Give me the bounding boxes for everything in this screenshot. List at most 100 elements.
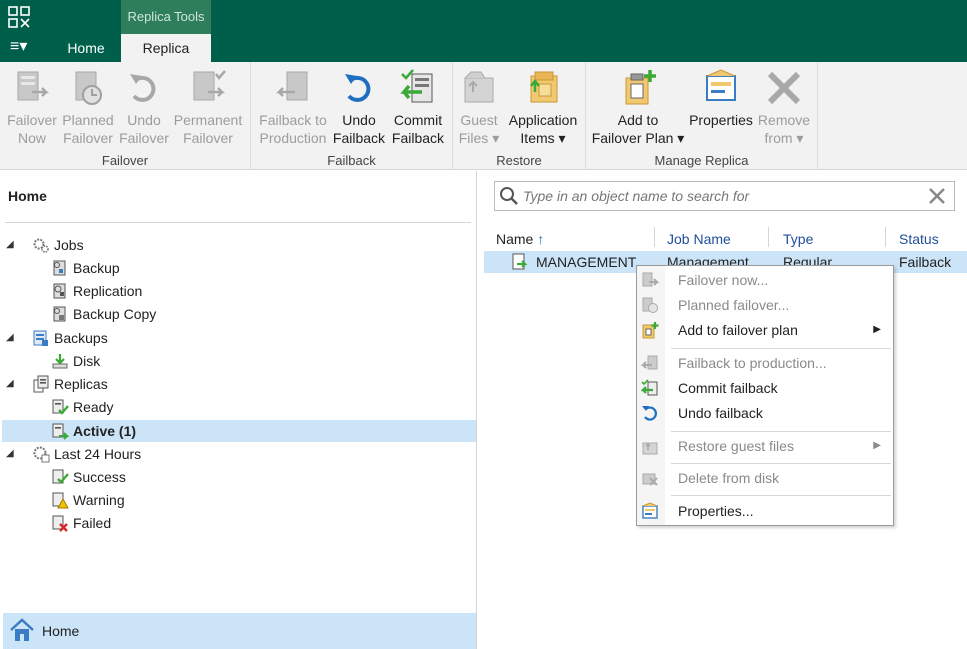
cell-status: Failback	[899, 254, 952, 270]
search-input[interactable]	[523, 185, 923, 207]
ribbon-group-label: Failover	[101, 153, 149, 168]
ribbon-group-label: Manage Replica	[654, 153, 749, 168]
failover-now-icon	[17, 71, 50, 101]
search-box	[494, 181, 955, 211]
sort-ascending-icon: ↑	[537, 231, 545, 247]
column-header-name[interactable]: Name ↑	[496, 229, 544, 249]
column-header-type[interactable]: Type	[783, 229, 813, 249]
planned-failover-icon	[75, 71, 102, 105]
menu-item-failover-now[interactable]: Failover now...	[637, 268, 893, 292]
remove-from-button[interactable]: Remove from ▾	[756, 68, 812, 147]
backup-copy-icon	[53, 306, 66, 322]
properties-icon	[706, 69, 736, 101]
home-icon	[10, 618, 34, 641]
properties-icon	[642, 502, 658, 519]
nav-home-button[interactable]: Home	[3, 613, 476, 649]
ribbon-group-label: Restore	[496, 153, 542, 168]
ribbon: Failover Now Planned Failover Undo Failo…	[0, 62, 967, 170]
context-group-replica-tools: Replica Tools	[121, 0, 211, 34]
commit-failback-icon	[641, 379, 658, 396]
warning-icon	[52, 492, 69, 509]
add-to-failover-plan-button[interactable]: Add to Failover Plan ▾	[590, 68, 686, 147]
ribbon-group-failback: Failback to Production Undo Failback Com…	[251, 62, 453, 170]
navigation-pane: Home ◢ Jobs Backup Replication Backup Co…	[0, 171, 477, 649]
add-to-plan-icon	[642, 322, 659, 339]
submenu-arrow-icon: ▶	[873, 440, 881, 451]
undo-icon	[642, 406, 657, 421]
main-menu-button[interactable]: ≡▾	[10, 36, 36, 58]
ribbon-group-label: Failback	[327, 153, 376, 168]
disk-download-icon	[52, 354, 68, 369]
menu-separator	[671, 463, 891, 464]
undo-icon	[130, 74, 156, 102]
active-replica-icon	[52, 423, 69, 440]
backup-job-icon	[53, 260, 66, 276]
menu-item-add-to-failover-plan[interactable]: Add to failover plan ▶	[637, 318, 893, 342]
menu-item-properties[interactable]: Properties...	[637, 499, 893, 523]
menu-separator	[671, 348, 891, 349]
ribbon-group-manage-replica: Add to Failover Plan ▾ Properties Remove…	[586, 62, 818, 170]
tab-replica[interactable]: Replica	[121, 34, 211, 62]
search-icon	[500, 187, 518, 205]
title-bar: Replica Tools ≡▾ Home Replica	[0, 0, 967, 62]
guest-files-icon	[642, 442, 658, 455]
undo-failover-button[interactable]: Undo Failover	[116, 68, 172, 147]
backups-icon	[33, 330, 48, 346]
replica-vm-icon	[512, 253, 528, 270]
failover-now-icon	[642, 272, 659, 287]
menu-separator	[671, 431, 891, 432]
undo-icon	[345, 74, 371, 102]
guest-files-icon	[464, 71, 494, 103]
application-items-icon	[530, 71, 558, 103]
success-icon	[52, 469, 69, 484]
divider	[5, 222, 471, 223]
pane-title: Home	[8, 188, 47, 204]
ribbon-group-restore: Guest Files ▾ Application Items ▾ Restor…	[453, 62, 586, 170]
replication-job-icon	[53, 283, 66, 299]
planned-failover-button[interactable]: Planned Failover	[60, 68, 116, 147]
column-divider[interactable]	[768, 227, 769, 247]
planned-failover-icon	[642, 297, 658, 313]
context-menu: Failover now... Planned failover... Add …	[636, 265, 894, 526]
menu-item-commit-failback[interactable]: Commit failback	[637, 376, 893, 400]
undo-failback-button[interactable]: Undo Failback	[331, 68, 387, 147]
properties-button[interactable]: Properties	[686, 68, 756, 129]
column-header-status[interactable]: Status	[899, 229, 939, 249]
permanent-failover-button[interactable]: Permanent Failover	[172, 68, 244, 147]
column-divider[interactable]	[885, 227, 886, 247]
menu-item-failback-to-production[interactable]: Failback to production...	[637, 351, 893, 375]
menu-item-undo-failback[interactable]: Undo failback	[637, 401, 893, 425]
menu-separator	[671, 495, 891, 496]
failback-icon	[275, 71, 308, 101]
menu-item-delete-from-disk[interactable]: Delete from disk	[637, 466, 893, 490]
ribbon-group-failover: Failover Now Planned Failover Undo Failo…	[0, 62, 251, 170]
failback-icon	[641, 355, 658, 370]
application-items-button[interactable]: Application Items ▾	[503, 68, 583, 147]
add-to-plan-icon	[625, 70, 656, 105]
failback-to-production-button[interactable]: Failback to Production	[257, 68, 329, 147]
ready-replica-icon	[52, 399, 69, 415]
column-divider[interactable]	[654, 227, 655, 247]
delete-from-disk-icon	[642, 473, 658, 486]
commit-failback-icon	[400, 69, 433, 103]
replicas-icon	[33, 375, 49, 393]
permanent-failover-icon	[193, 70, 226, 101]
guest-files-button[interactable]: Guest Files ▾	[457, 68, 501, 147]
clear-search-icon[interactable]	[926, 185, 948, 207]
failed-icon	[52, 515, 68, 532]
remove-icon	[767, 71, 801, 105]
menu-item-restore-guest-files[interactable]: Restore guest files ▶	[637, 434, 893, 458]
commit-failback-button[interactable]: Commit Failback	[389, 68, 447, 147]
gears-icon	[33, 238, 49, 253]
expander-last-24-hours[interactable]: ◢	[6, 443, 14, 465]
expander-backups[interactable]: ◢	[6, 327, 14, 349]
menu-item-planned-failover[interactable]: Planned failover...	[637, 293, 893, 317]
tab-home[interactable]: Home	[56, 34, 116, 62]
expander-replicas[interactable]: ◢	[6, 373, 14, 395]
submenu-arrow-icon: ▶	[873, 324, 881, 335]
clock-gear-icon	[33, 446, 50, 463]
app-logo-icon	[8, 6, 30, 28]
expander-jobs[interactable]: ◢	[6, 234, 14, 256]
column-header-job-name[interactable]: Job Name	[667, 229, 731, 249]
failover-now-button[interactable]: Failover Now	[4, 68, 60, 147]
